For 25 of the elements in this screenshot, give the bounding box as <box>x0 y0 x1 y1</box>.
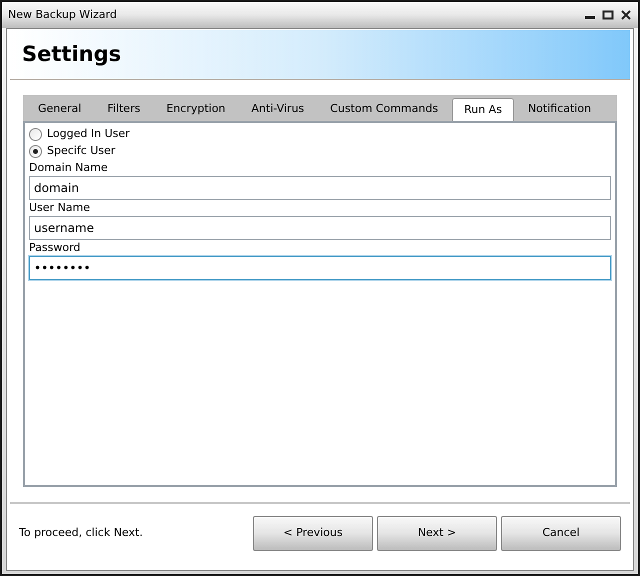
hint-text: To proceed, click Next. <box>19 525 143 542</box>
tab[interactable]: Encryption <box>154 98 238 121</box>
page-title: Settings <box>22 40 122 68</box>
radio-label: Logged In User <box>47 126 130 142</box>
input-field[interactable]: username <box>29 216 611 240</box>
wizard-button[interactable]: Cancel <box>501 516 621 551</box>
window-title: New Backup Wizard <box>8 6 117 23</box>
radio-button[interactable] <box>29 128 42 141</box>
field-label: User Name <box>29 200 92 216</box>
radio-button[interactable] <box>29 145 42 158</box>
radio-label: Specifc User <box>47 143 116 160</box>
tab[interactable]: Anti-Virus <box>239 98 316 121</box>
tab[interactable]: Filters <box>95 98 152 121</box>
field-label: Domain Name <box>29 160 109 176</box>
maximize-icon[interactable] <box>602 10 614 20</box>
tab[interactable]: Run As <box>452 98 514 121</box>
wizard-button[interactable]: < Previous <box>253 516 373 551</box>
wizard-button[interactable]: Next > <box>377 516 497 551</box>
input-field[interactable]: domain <box>29 176 611 200</box>
field-label: Password <box>29 240 82 256</box>
tab[interactable]: Custom Commands <box>318 98 450 121</box>
input-field[interactable]: •••••••• <box>29 256 611 280</box>
tab[interactable]: Notification <box>516 98 604 121</box>
tab[interactable]: General <box>26 98 94 121</box>
close-icon[interactable] <box>620 10 632 20</box>
